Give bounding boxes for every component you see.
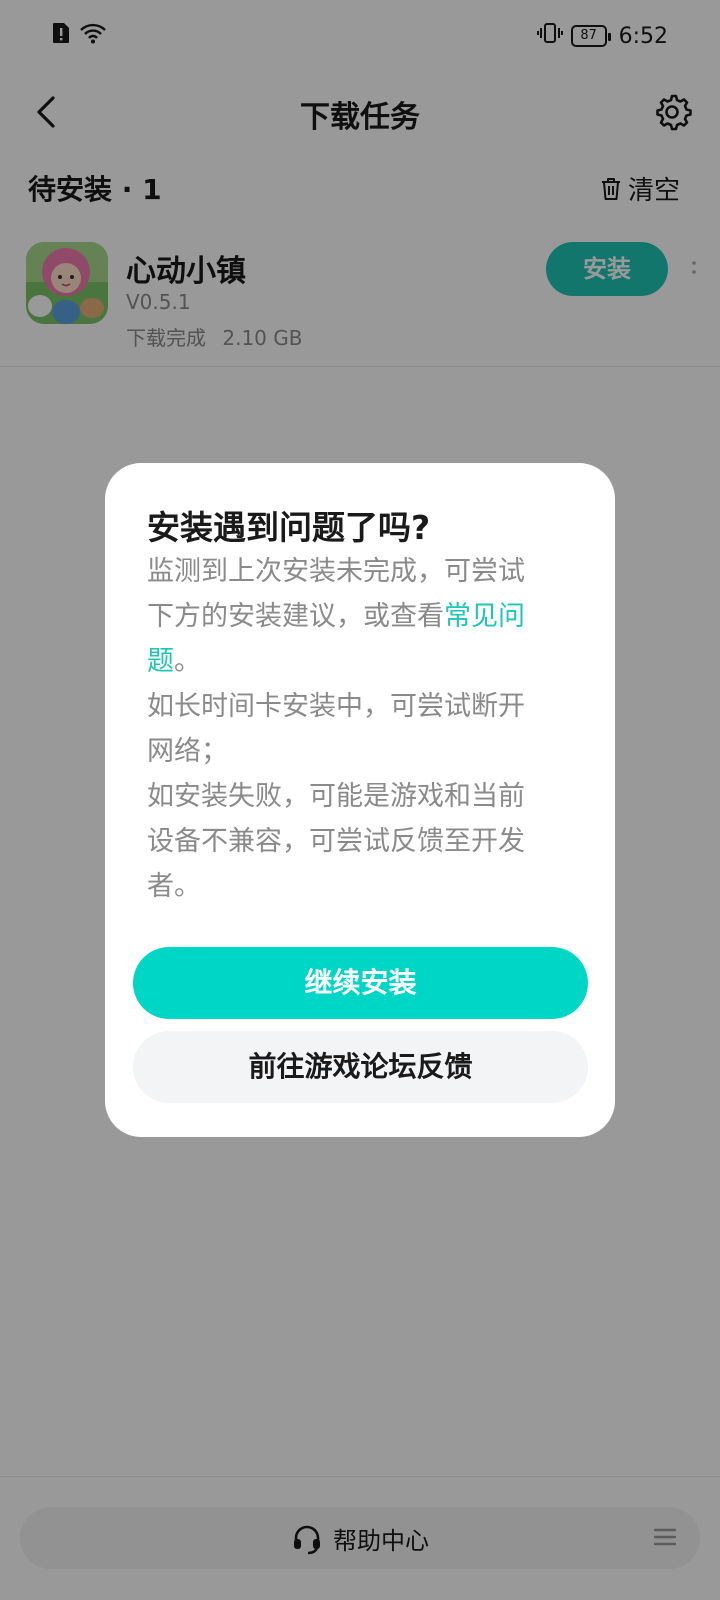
continue-install-button[interactable]: 继续安装 [133,947,588,1019]
download-tasks-screen: 87 6:52 下载任务 待安装 · 1 清空 心动小镇 V0.5.1 下载完成… [0,0,720,1600]
dialog-paragraph-3: 如安装失败，可能是游戏和当前设备不兼容，可尝试反馈至开发者。 [147,781,525,902]
dialog-title: 安装遇到问题了吗? [147,508,431,547]
install-problem-dialog: 安装遇到问题了吗? 监测到上次安装未完成，可尝试下方的安装建议，或查看常见问题。… [105,463,615,1137]
dialog-body: 监测到上次安装未完成，可尝试下方的安装建议，或查看常见问题。 如长时间卡安装中，… [147,549,547,909]
forum-feedback-button[interactable]: 前往游戏论坛反馈 [133,1031,588,1103]
dialog-paragraph-2: 如长时间卡安装中，可尝试断开网络； [147,691,525,767]
dialog-paragraph-1: 监测到上次安装未完成，可尝试下方的安装建议，或查看常见问题。 [147,549,547,684]
dialog-paragraph-1-end: 。 [174,646,201,677]
